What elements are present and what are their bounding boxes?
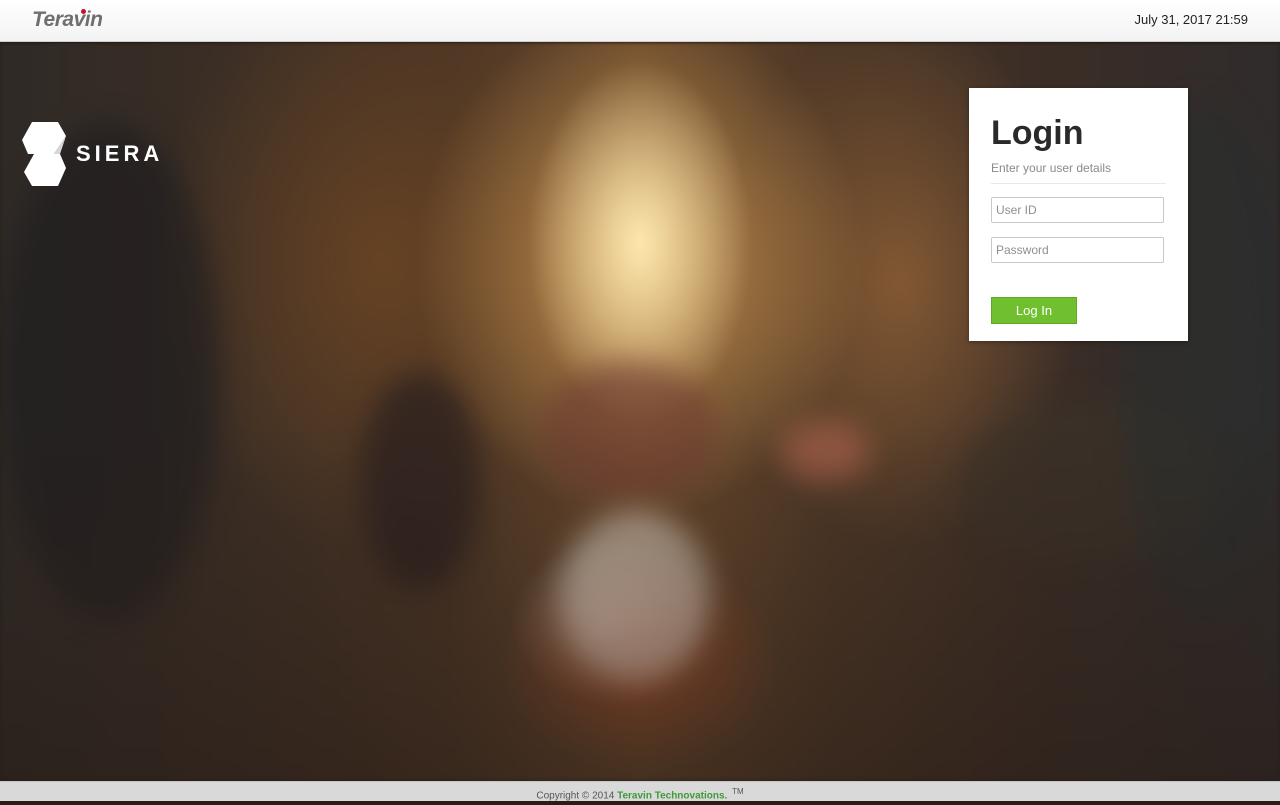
teravin-logo: Teravin <box>32 8 103 32</box>
login-panel: Login Enter your user details Log In <box>969 88 1188 341</box>
footer: Copyright © 2014 Teravin Technovations. … <box>0 781 1280 801</box>
login-button[interactable]: Log In <box>991 297 1077 324</box>
user-id-input[interactable] <box>991 197 1164 223</box>
siera-logo-text: SIERA <box>76 141 164 166</box>
password-input[interactable] <box>991 237 1164 263</box>
siera-logo: SIERA <box>20 120 163 188</box>
bg-bottom-shade <box>0 421 1280 781</box>
login-title: Login <box>991 114 1084 152</box>
brand-dot-icon <box>81 9 86 14</box>
top-bar: Teravin July 31, 2017 21:59 <box>0 0 1280 42</box>
login-subtitle: Enter your user details <box>991 161 1112 175</box>
header-datetime: July 31, 2017 21:59 <box>1134 12 1248 27</box>
login-divider <box>991 183 1166 184</box>
brand-name: Teravin <box>32 8 103 31</box>
footer-trademark: TM <box>732 787 744 796</box>
siera-logo-icon <box>22 122 66 186</box>
